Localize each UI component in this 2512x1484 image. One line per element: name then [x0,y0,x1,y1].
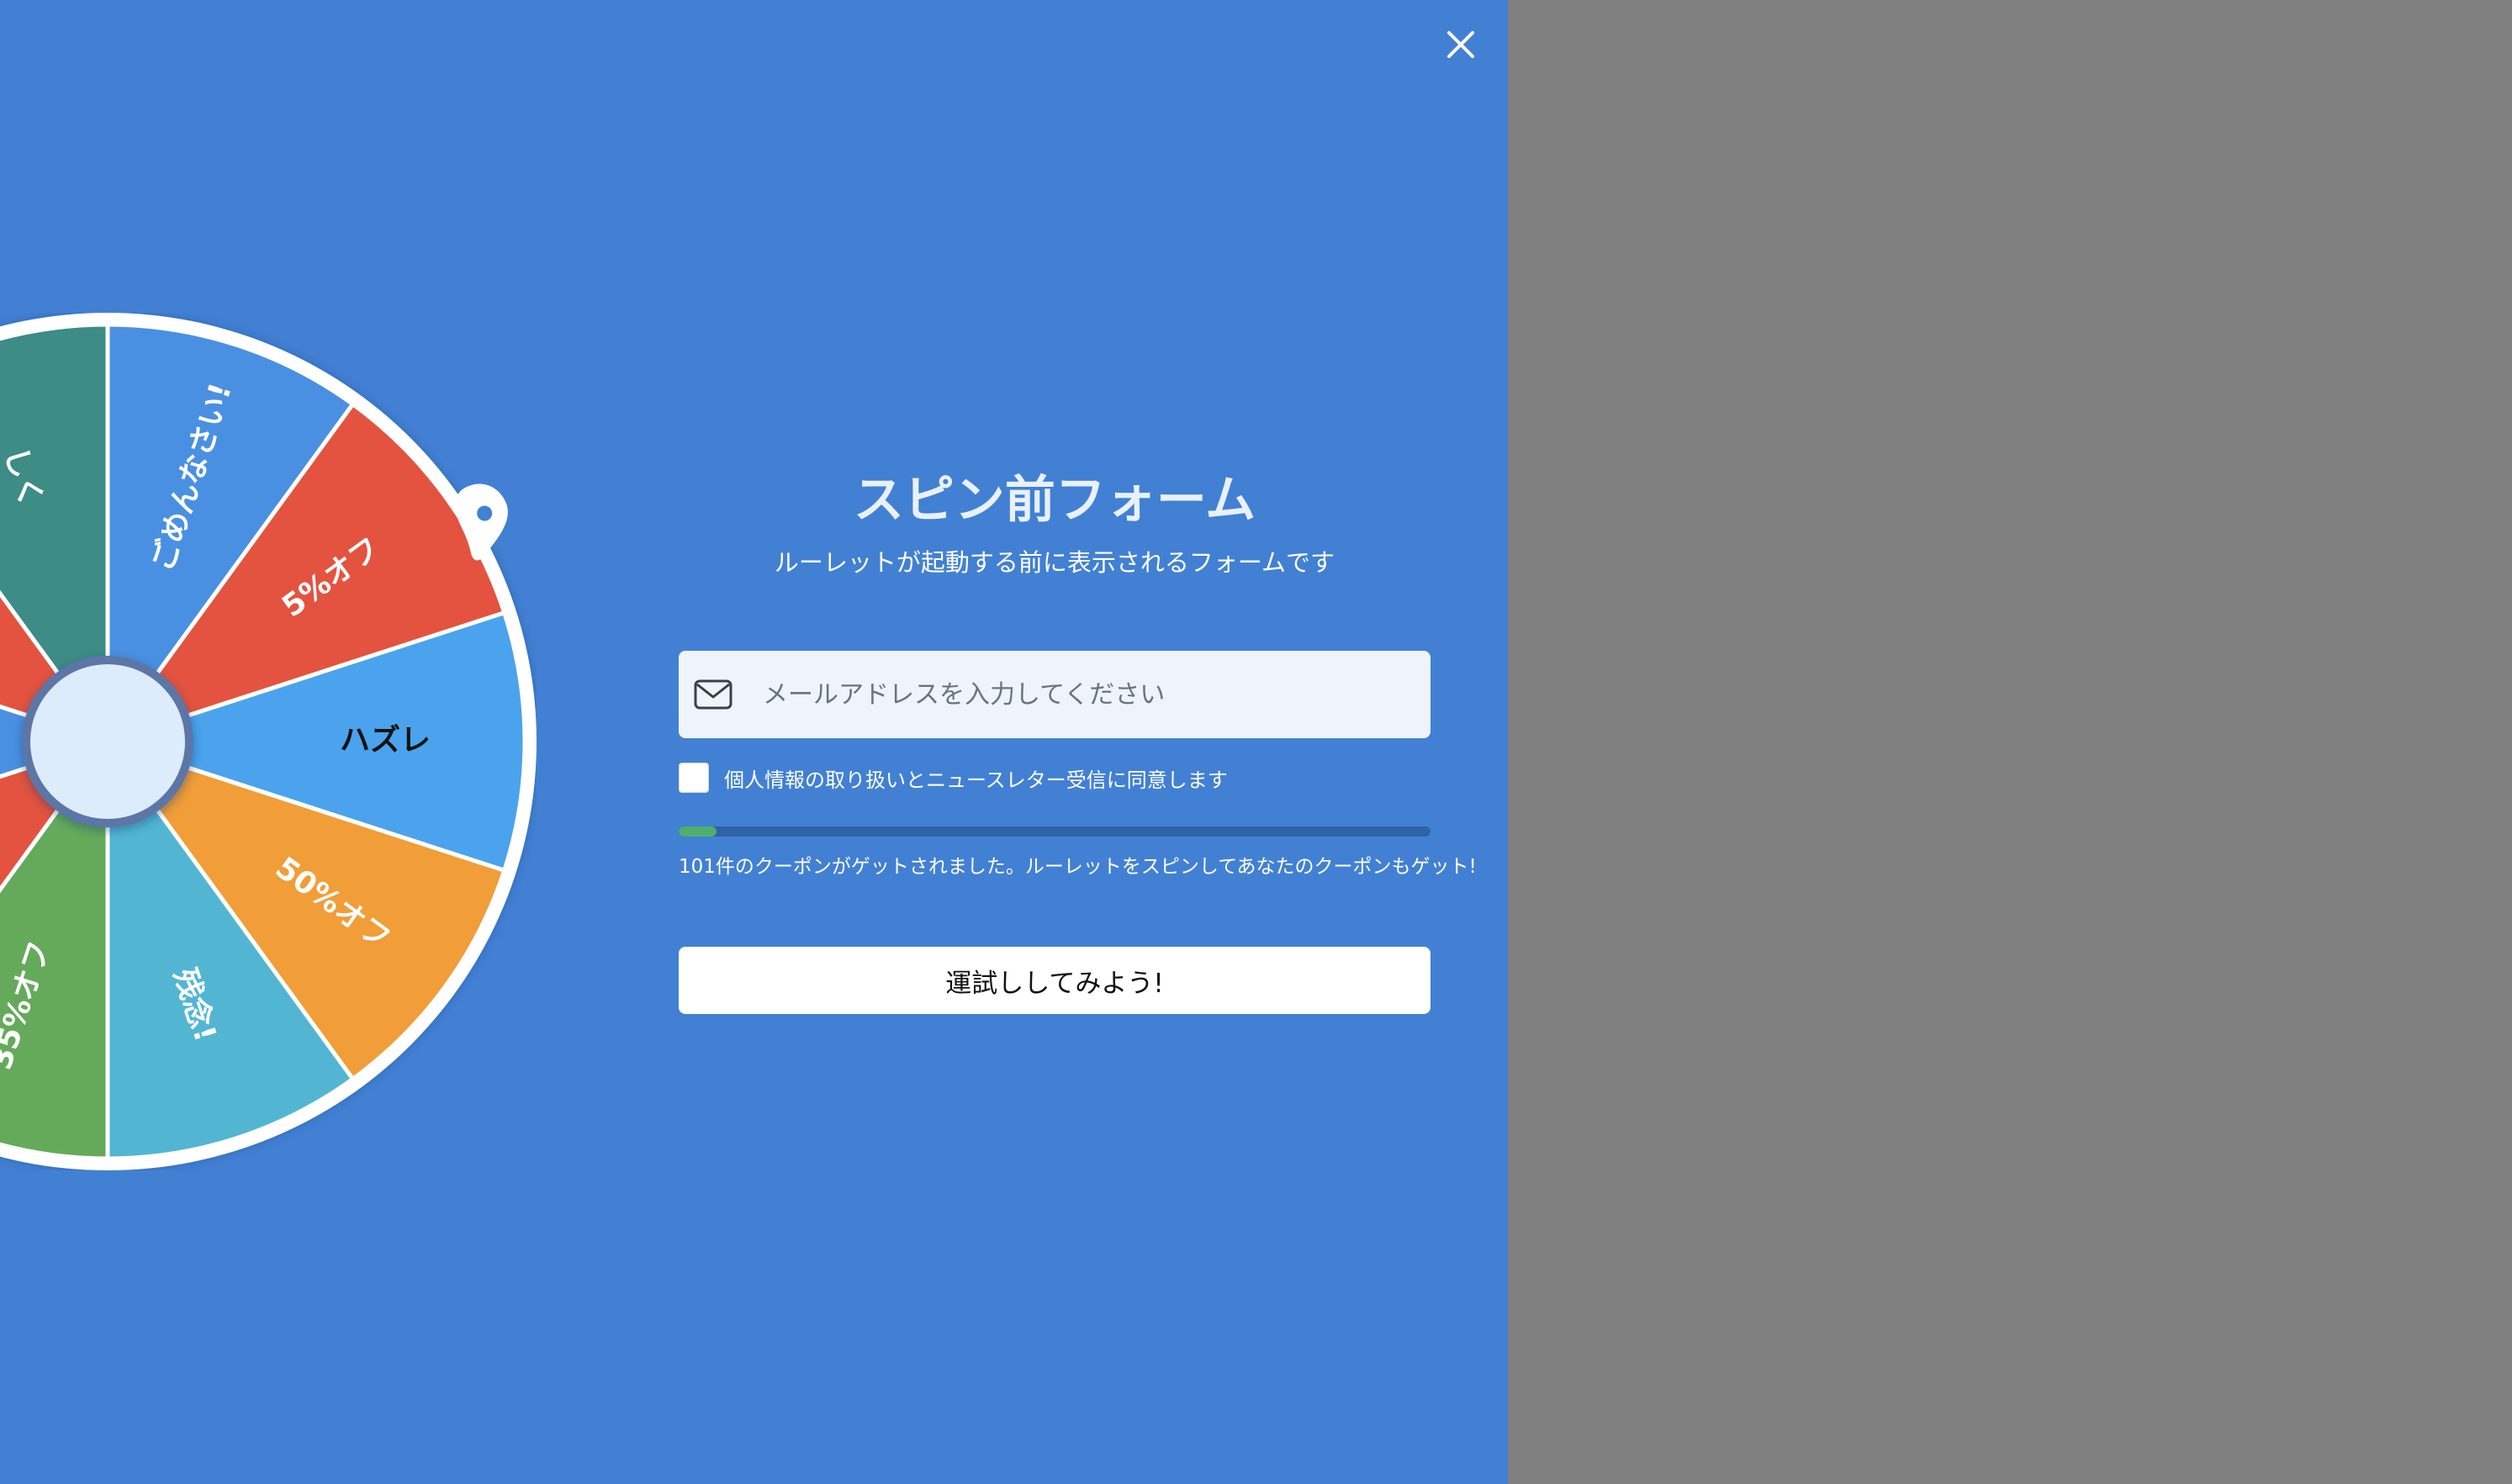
form-subtitle: ルーレットが起動する前に表示されるフォームです [774,548,1335,577]
wheel-segment-label: ハズレ [340,722,431,758]
close-icon [1447,31,1474,58]
consent-checkbox[interactable] [679,763,709,793]
email-input[interactable] [761,679,1404,710]
coupon-progress-fill [679,826,717,837]
spin-form: スピン前フォーム ルーレットが起動する前に表示されるフォームです 個人情報の取り… [679,467,1477,1014]
consent-label: 個人情報の取り扱いとニュースレター受信に同意します [724,768,1228,792]
email-field[interactable] [679,651,1431,738]
spin-button[interactable]: 運試ししてみよう! [679,947,1431,1014]
coupon-progress-text: 101件のクーポンがゲットされました。ルーレットをスピンしてあなたのクーポンもゲ… [679,856,1477,878]
form-title: スピン前フォーム [853,471,1256,530]
close-button[interactable] [1440,24,1482,66]
prize-wheel: ごめんなさい! 5%オフ ハズレ 50%オフ 残念! 35%オフ しく [0,313,537,1170]
spin-popup-panel: ごめんなさい! 5%オフ ハズレ 50%オフ 残念! 35%オフ しく スピン前フォーム ル… [0,0,1508,1484]
coupon-progress-bar [679,826,1431,837]
consent-row: 個人情報の取り扱いとニュースレター受信に同意します [679,763,1228,793]
prize-wheel-graphic: ごめんなさい!5%オフハズレ50%オフ残念!35%オフしく [0,313,537,1170]
page: ごめんなさい! 5%オフ ハズレ 50%オフ 残念! 35%オフ しく スピン前フォーム ル… [0,0,2512,1484]
mail-icon [694,679,732,710]
wheel-hub [30,664,185,819]
